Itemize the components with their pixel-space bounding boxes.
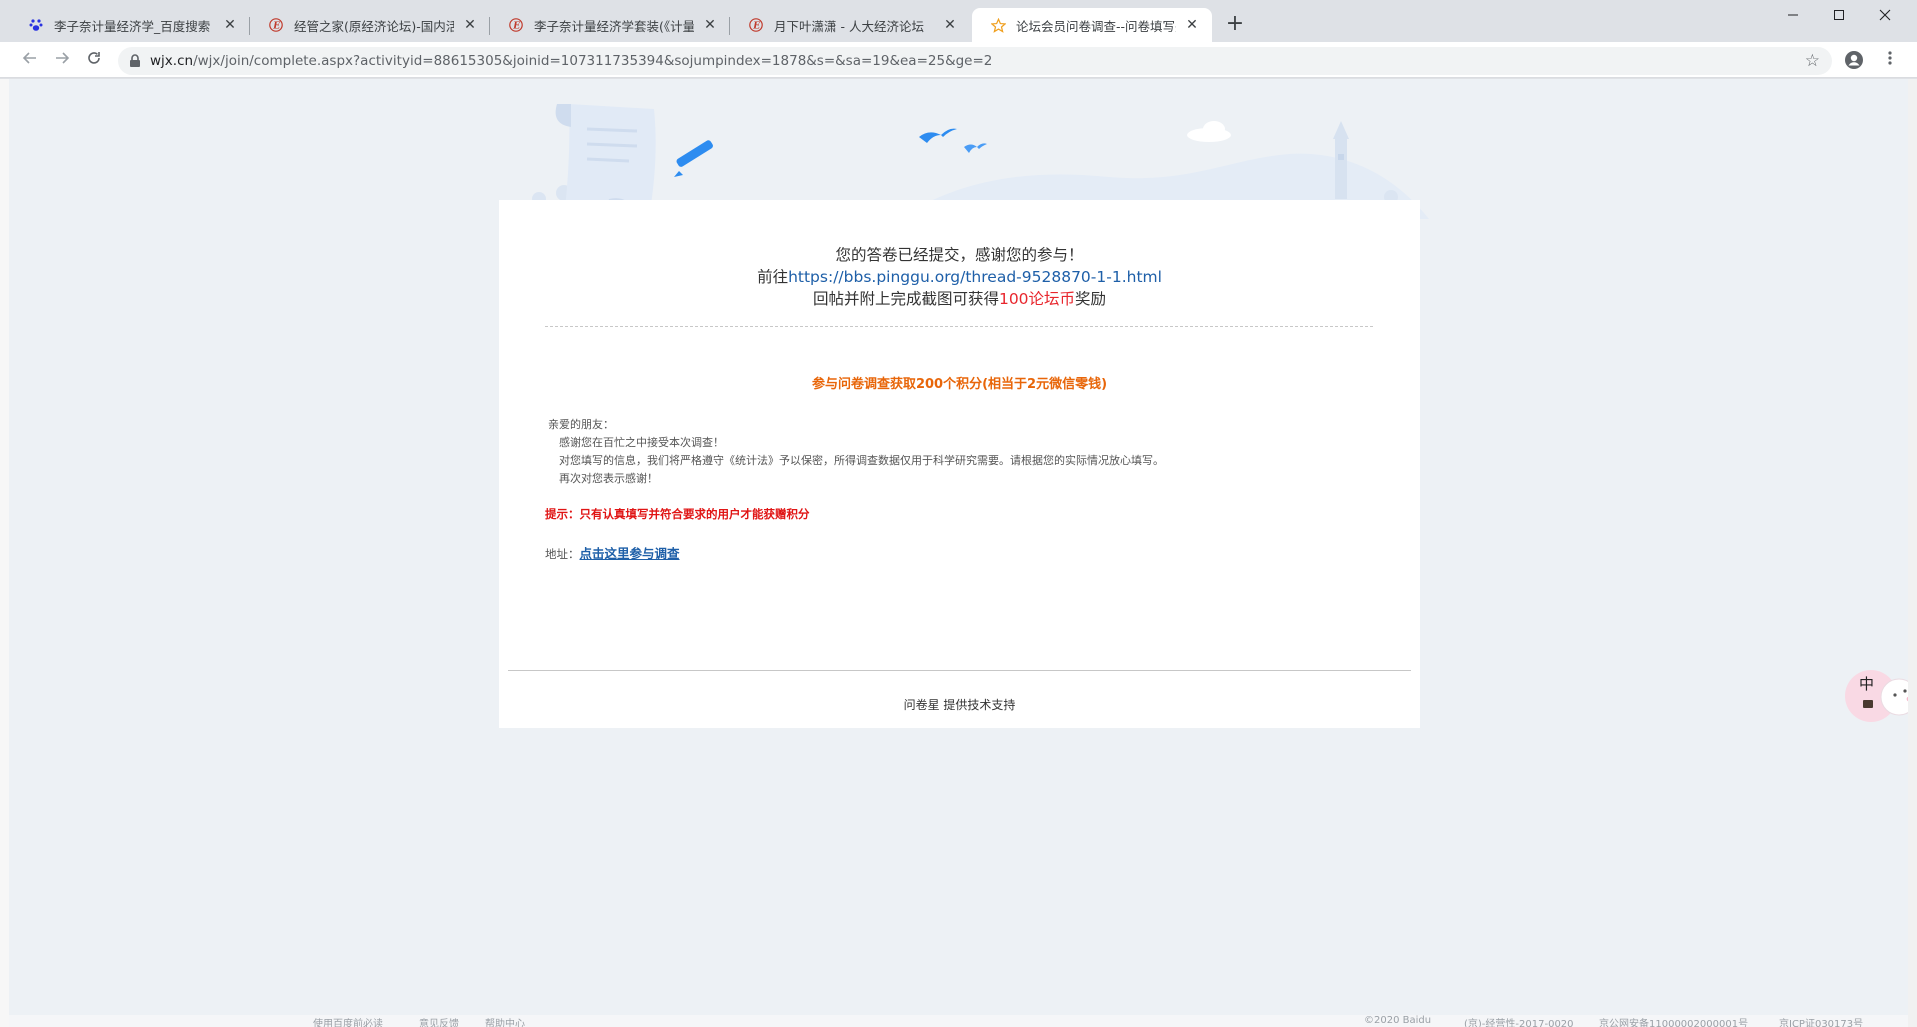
address-label: 地址： bbox=[545, 547, 580, 561]
letter-greeting: 亲爱的朋友： bbox=[548, 418, 614, 431]
tab-survey-complete[interactable]: 论坛会员问卷调查--问卷填写完成 ✕ bbox=[972, 8, 1212, 42]
close-icon[interactable]: ✕ bbox=[1184, 17, 1200, 33]
bg-icp: (京)-经营性-2017-0020 bbox=[1464, 1019, 1574, 1027]
letter-line: 感谢您在百忙之中接受本次调查！ bbox=[559, 436, 724, 449]
forward-button[interactable] bbox=[52, 50, 72, 70]
close-window-button[interactable] bbox=[1862, 0, 1908, 30]
address-row: 地址：点击这里参与调查 bbox=[545, 543, 680, 562]
promo-title: 参与问卷调查获取200个积分(相当于2元微信零钱) bbox=[811, 377, 1108, 392]
tab-econometrics-book[interactable]: E 李子奈计量经济学套装(《计量经 ✕ bbox=[490, 8, 730, 42]
browser-toolbar: wjx.cn/wjx/join/complete.aspx?activityid… bbox=[0, 42, 1917, 78]
url-host: wjx.cn bbox=[150, 53, 194, 69]
background-page-footer: 使用百度前必读 意见反馈 帮助中心 ©2020 Baidu (京)-经营性-20… bbox=[9, 1015, 1908, 1027]
reward-line: 回帖并附上完成截图可获得100论坛币奖励 bbox=[499, 288, 1420, 310]
star-icon bbox=[990, 17, 1006, 33]
letter-line: 再次对您表示感谢！ bbox=[559, 472, 658, 485]
minimize-icon bbox=[1788, 14, 1798, 16]
tab-pinggu-home[interactable]: E 经管之家(原经济论坛)-国内活跃的 ✕ bbox=[250, 8, 490, 42]
ime-mode-label: 中 bbox=[1859, 675, 1875, 693]
window-edge-right bbox=[1908, 79, 1917, 1027]
e-logo-icon: E bbox=[508, 17, 524, 33]
window-edge bbox=[0, 79, 9, 1027]
profile-avatar-icon[interactable] bbox=[1844, 50, 1866, 72]
bg-link[interactable]: 使用百度前必读 bbox=[313, 1015, 383, 1027]
back-button[interactable] bbox=[20, 50, 40, 70]
reload-button[interactable] bbox=[84, 50, 104, 70]
svg-text:E: E bbox=[272, 22, 280, 32]
tab-title: 李子奈计量经济学_百度搜索 bbox=[54, 18, 211, 34]
page-viewport: 您的答卷已经提交，感谢您的参与！ 前往https://bbs.pinggu.or… bbox=[9, 79, 1908, 1021]
tab-user-profile[interactable]: E 月下叶潇潇 - 人大经济论坛 ✕ bbox=[730, 8, 970, 42]
thread-link[interactable]: https://bbs.pinggu.org/thread-9528870-1-… bbox=[788, 268, 1162, 286]
address-bar[interactable]: wjx.cn/wjx/join/complete.aspx?activityid… bbox=[118, 47, 1832, 75]
bg-link[interactable]: 意见反馈 bbox=[419, 1015, 459, 1027]
bg-link[interactable]: 帮助中心 bbox=[485, 1015, 525, 1027]
url-path: /wjx/join/complete.aspx?activityid=88615… bbox=[193, 53, 993, 69]
footer-suffix: 提供技术支持 bbox=[939, 698, 1016, 712]
svg-text:E: E bbox=[752, 22, 760, 32]
goto-line: 前往https://bbs.pinggu.org/thread-9528870-… bbox=[499, 266, 1420, 288]
reward-prefix: 回帖并附上完成截图可获得 bbox=[812, 290, 999, 308]
tab-title: 月下叶潇潇 - 人大经济论坛 bbox=[774, 18, 924, 34]
lock-icon bbox=[128, 53, 144, 69]
close-icon[interactable]: ✕ bbox=[702, 17, 718, 33]
e-logo-icon: E bbox=[748, 17, 764, 33]
footer-brand[interactable]: 问卷星 bbox=[904, 698, 940, 712]
bg-icp: 京公网安备11000002000001号 bbox=[1599, 1019, 1749, 1027]
tab-title: 经管之家(原经济论坛)-国内活跃的 bbox=[294, 18, 454, 34]
reload-icon bbox=[88, 52, 100, 64]
bg-copyright: ©2020 Baidu bbox=[1364, 1015, 1432, 1026]
close-icon[interactable]: ✕ bbox=[462, 17, 478, 33]
bg-icp: 京ICP证030173号 bbox=[1779, 1019, 1864, 1027]
ime-floating-widget[interactable]: 中 bbox=[1845, 667, 1908, 725]
tab-title: 李子奈计量经济学套装(《计量经 bbox=[534, 18, 694, 34]
close-icon[interactable]: ✕ bbox=[222, 17, 238, 33]
kebab-menu-icon bbox=[1888, 51, 1892, 65]
arrow-right-icon bbox=[56, 52, 70, 64]
goto-prefix: 前往 bbox=[757, 268, 789, 286]
tab-baidu-search[interactable]: 李子奈计量经济学_百度搜索 ✕ bbox=[10, 8, 250, 42]
arrow-left-icon bbox=[22, 52, 36, 64]
close-icon[interactable]: ✕ bbox=[942, 17, 958, 33]
close-window-icon bbox=[1879, 9, 1891, 21]
thanks-line: 您的答卷已经提交，感谢您的参与！ bbox=[835, 246, 1084, 264]
letter-text: 亲爱的朋友： 感谢您在百忙之中接受本次调查！ 对您填写的信息，我们将严格遵守《统… bbox=[548, 416, 1164, 488]
maximize-icon bbox=[1834, 10, 1844, 20]
reward-amount: 100论坛币 bbox=[998, 290, 1076, 308]
browser-menu-button[interactable] bbox=[1880, 50, 1900, 70]
footer: 问卷星 提供技术支持 bbox=[499, 696, 1420, 713]
hint-text: 提示：只有认真填写并符合要求的用户才能获赠积分 bbox=[545, 507, 810, 521]
minimize-button[interactable] bbox=[1770, 0, 1816, 30]
reward-suffix: 奖励 bbox=[1075, 290, 1107, 308]
tab-title: 论坛会员问卷调查--问卷填写完成 bbox=[1016, 18, 1176, 34]
survey-complete-card: 您的答卷已经提交，感谢您的参与！ 前往https://bbs.pinggu.or… bbox=[499, 200, 1420, 728]
tab-strip: 李子奈计量经济学_百度搜索 ✕ E 经管之家(原经济论坛)-国内活跃的 ✕ E … bbox=[0, 0, 1917, 42]
paw-icon bbox=[28, 17, 44, 33]
letter-line: 对您填写的信息，我们将严格遵守《统计法》予以保密，所得调查数据仅用于科学研究需要… bbox=[559, 454, 1164, 467]
bookmark-star-icon[interactable]: ☆ bbox=[1805, 51, 1820, 71]
thanks-message: 您的答卷已经提交，感谢您的参与！ 前往https://bbs.pinggu.or… bbox=[499, 244, 1420, 310]
maximize-button[interactable] bbox=[1816, 0, 1862, 30]
join-survey-link[interactable]: 点击这里参与调查 bbox=[580, 546, 680, 561]
svg-text:E: E bbox=[512, 22, 520, 32]
url-text: wjx.cn/wjx/join/complete.aspx?activityid… bbox=[150, 53, 992, 69]
dotted-divider bbox=[545, 326, 1373, 327]
footer-divider bbox=[508, 670, 1411, 671]
e-logo-icon: E bbox=[268, 17, 284, 33]
new-tab-button[interactable]: + bbox=[1222, 12, 1248, 38]
